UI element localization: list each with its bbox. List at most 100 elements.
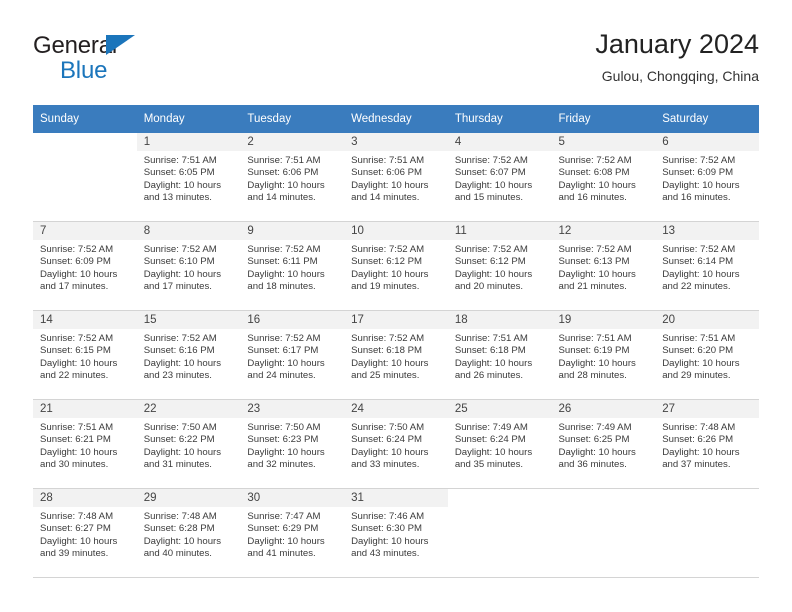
day-number: 27 [655,400,759,418]
calendar-day-cell[interactable]: 26 Sunrise: 7:49 AM Sunset: 6:25 PM Dayligh… [551,399,656,489]
day-number: 15 [136,311,241,329]
day-cell-content: 3 Sunrise: 7:51 AM Sunset: 6:06 PM Daylight… [344,133,448,221]
calendar-day-cell[interactable]: 2 Sunrise: 7:51 AM Sunset: 6:06 PM Daylight… [240,133,345,222]
sunset-text: Sunset: 6:22 PM [143,434,215,446]
calendar-day-cell[interactable]: 11 Sunrise: 7:52 AM Sunset: 6:12 PM Dayligh… [447,221,552,311]
daylight-text-line2: and 39 minutes. [40,548,109,560]
day-sun-info: Sunrise: 7:51 AM Sunset: 6:06 PM Daylight:… [240,151,344,205]
calendar-day-cell[interactable]: 19 Sunrise: 7:51 AM Sunset: 6:19 PM Dayligh… [551,310,656,400]
day-number [33,133,137,151]
day-sun-info [552,507,656,511]
daylight-text-line2: and 22 minutes. [662,281,731,293]
calendar-week-row: 1 Sunrise: 7:51 AM Sunset: 6:05 PM Daylight… [33,133,759,222]
calendar-day-cell[interactable]: 27 Sunrise: 7:48 AM Sunset: 6:26 PM Dayligh… [655,399,759,489]
sunset-text: Sunset: 6:09 PM [40,256,111,268]
day-sun-info: Sunrise: 7:52 AM Sunset: 6:15 PM Daylight:… [33,329,137,383]
calendar-day-cell[interactable]: 4 Sunrise: 7:52 AM Sunset: 6:07 PM Daylight… [447,133,552,222]
calendar-day-cell [551,488,656,578]
logo-triangle-icon [106,35,135,55]
calendar-day-cell[interactable]: 10 Sunrise: 7:52 AM Sunset: 6:12 PM Dayligh… [344,221,448,311]
day-cell-content: 17 Sunrise: 7:52 AM Sunset: 6:18 PM Dayligh… [344,311,448,399]
calendar-day-cell[interactable]: 22 Sunrise: 7:50 AM Sunset: 6:22 PM Dayligh… [136,399,241,489]
calendar-day-cell[interactable]: 7 Sunrise: 7:52 AM Sunset: 6:09 PM Daylight… [33,221,137,311]
calendar-day-cell[interactable]: 29 Sunrise: 7:48 AM Sunset: 6:28 PM Dayligh… [136,488,241,578]
day-sun-info: Sunrise: 7:52 AM Sunset: 6:09 PM Daylight:… [655,151,759,205]
daylight-text-line2: and 32 minutes. [247,459,316,471]
sunset-text: Sunset: 6:12 PM [351,256,423,268]
calendar-day-cell[interactable]: 1 Sunrise: 7:51 AM Sunset: 6:05 PM Daylight… [136,133,241,222]
calendar-day-cell [33,133,137,222]
month-calendar-table: Sunday Monday Tuesday Wednesday Thursday… [33,105,759,578]
calendar-day-cell[interactable]: 28 Sunrise: 7:48 AM Sunset: 6:27 PM Dayligh… [33,488,137,578]
daylight-text-line1: Daylight: 10 hours [40,446,118,458]
daylight-text-line2: and 36 minutes. [558,459,627,471]
sunset-text: Sunset: 6:11 PM [247,256,318,268]
day-number: 3 [344,133,448,151]
daylight-text-line1: Daylight: 10 hours [247,446,325,458]
daylight-text-line1: Daylight: 10 hours [247,535,325,547]
calendar-day-cell[interactable]: 25 Sunrise: 7:49 AM Sunset: 6:24 PM Dayligh… [447,399,552,489]
day-cell-content: 15 Sunrise: 7:52 AM Sunset: 6:16 PM Dayligh… [136,311,241,399]
day-sun-info: Sunrise: 7:48 AM Sunset: 6:27 PM Daylight:… [33,507,137,561]
daylight-text-line2: and 35 minutes. [454,459,524,471]
sunset-text: Sunset: 6:21 PM [40,434,111,446]
day-cell-content: 16 Sunrise: 7:52 AM Sunset: 6:17 PM Dayligh… [240,311,345,399]
day-cell-content: 10 Sunrise: 7:52 AM Sunset: 6:12 PM Dayligh… [344,222,448,310]
calendar-day-cell[interactable]: 17 Sunrise: 7:52 AM Sunset: 6:18 PM Dayligh… [344,310,448,400]
daylight-text-line2: and 13 minutes. [143,192,212,204]
sunset-text: Sunset: 6:14 PM [662,256,734,268]
daylight-text-line1: Daylight: 10 hours [40,357,118,369]
calendar-day-cell[interactable]: 30 Sunrise: 7:47 AM Sunset: 6:29 PM Dayligh… [240,488,345,578]
day-cell-content: 21 Sunrise: 7:51 AM Sunset: 6:21 PM Dayligh… [33,400,137,488]
day-cell-content: 12 Sunrise: 7:52 AM Sunset: 6:13 PM Dayligh… [551,222,656,310]
calendar-day-cell[interactable]: 31 Sunrise: 7:46 AM Sunset: 6:30 PM Dayligh… [344,488,448,578]
calendar-day-cell[interactable]: 13 Sunrise: 7:52 AM Sunset: 6:14 PM Dayligh… [655,221,759,311]
day-sun-info: Sunrise: 7:50 AM Sunset: 6:24 PM Daylight:… [344,418,448,472]
day-number: 22 [136,400,241,418]
calendar-week-row: 28 Sunrise: 7:48 AM Sunset: 6:27 PM Dayligh… [33,488,759,578]
day-sun-info: Sunrise: 7:52 AM Sunset: 6:17 PM Daylight:… [240,329,344,383]
daylight-text-line1: Daylight: 10 hours [143,179,222,191]
calendar-day-cell[interactable]: 5 Sunrise: 7:52 AM Sunset: 6:08 PM Daylight… [551,133,656,222]
day-number: 10 [344,222,448,240]
day-cell-content: 18 Sunrise: 7:51 AM Sunset: 6:18 PM Dayligh… [447,311,552,399]
sunrise-text: Sunrise: 7:52 AM [454,244,528,255]
sunrise-text: Sunrise: 7:51 AM [558,333,632,344]
calendar-day-cell[interactable]: 23 Sunrise: 7:50 AM Sunset: 6:23 PM Dayligh… [240,399,345,489]
sunrise-text: Sunrise: 7:52 AM [143,333,217,344]
calendar-day-cell[interactable]: 16 Sunrise: 7:52 AM Sunset: 6:17 PM Dayligh… [240,310,345,400]
daylight-text-line2: and 31 minutes. [143,459,212,471]
calendar-day-cell[interactable]: 12 Sunrise: 7:52 AM Sunset: 6:13 PM Dayligh… [551,221,656,311]
sunset-text: Sunset: 6:05 PM [143,167,215,179]
calendar-day-cell[interactable]: 24 Sunrise: 7:50 AM Sunset: 6:24 PM Dayligh… [344,399,448,489]
daylight-text-line2: and 21 minutes. [558,281,627,293]
day-number: 1 [136,133,241,151]
day-number: 18 [447,311,552,329]
weekday-header-friday: Friday [551,105,656,133]
calendar-day-cell[interactable]: 3 Sunrise: 7:51 AM Sunset: 6:06 PM Daylight… [344,133,448,222]
day-number: 17 [344,311,448,329]
calendar-day-cell[interactable]: 14 Sunrise: 7:52 AM Sunset: 6:15 PM Dayligh… [33,310,137,400]
day-sun-info: Sunrise: 7:52 AM Sunset: 6:11 PM Daylight:… [240,240,344,294]
day-sun-info: Sunrise: 7:52 AM Sunset: 6:09 PM Daylight:… [33,240,137,294]
day-number [655,489,759,507]
day-cell-empty [448,489,552,577]
calendar-day-cell[interactable]: 15 Sunrise: 7:52 AM Sunset: 6:16 PM Dayligh… [136,310,241,400]
calendar-week-row: 7 Sunrise: 7:52 AM Sunset: 6:09 PM Daylight… [33,221,759,311]
calendar-day-cell[interactable]: 6 Sunrise: 7:52 AM Sunset: 6:09 PM Daylight… [655,133,759,222]
title-block: January 2024 Gulou, Chongqing, China [595,28,759,86]
calendar-day-cell[interactable]: 20 Sunrise: 7:51 AM Sunset: 6:20 PM Dayligh… [655,310,759,400]
calendar-day-cell[interactable]: 21 Sunrise: 7:51 AM Sunset: 6:21 PM Dayligh… [33,399,137,489]
day-cell-content: 14 Sunrise: 7:52 AM Sunset: 6:15 PM Dayligh… [33,311,137,399]
sunrise-text: Sunrise: 7:52 AM [558,244,632,255]
day-sun-info: Sunrise: 7:48 AM Sunset: 6:28 PM Daylight:… [137,507,241,561]
sunrise-text: Sunrise: 7:52 AM [247,333,321,344]
daylight-text-line1: Daylight: 10 hours [454,446,533,458]
daylight-text-line2: and 18 minutes. [247,281,316,293]
calendar-day-cell[interactable]: 8 Sunrise: 7:52 AM Sunset: 6:10 PM Daylight… [136,221,241,311]
daylight-text-line1: Daylight: 10 hours [40,268,118,280]
calendar-day-cell[interactable]: 9 Sunrise: 7:52 AM Sunset: 6:11 PM Daylight… [240,221,345,311]
daylight-text-line2: and 37 minutes. [662,459,731,471]
calendar-day-cell[interactable]: 18 Sunrise: 7:51 AM Sunset: 6:18 PM Dayligh… [447,310,552,400]
sunset-text: Sunset: 6:19 PM [558,345,630,357]
